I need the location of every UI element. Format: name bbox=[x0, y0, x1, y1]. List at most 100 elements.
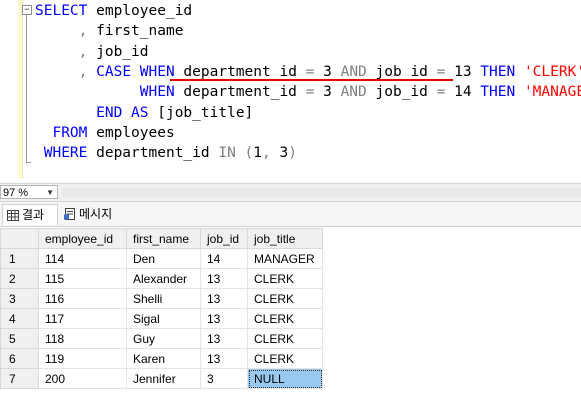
code-token: AND bbox=[340, 84, 367, 101]
grid-cell[interactable]: Alexander bbox=[126, 268, 201, 289]
chevron-down-icon[interactable]: ▼ bbox=[46, 186, 54, 200]
code-token: department_id bbox=[174, 84, 306, 101]
column-header[interactable]: first_name bbox=[126, 228, 201, 249]
grid-cell[interactable]: Guy bbox=[126, 328, 201, 349]
outline-line bbox=[26, 15, 27, 162]
row-number[interactable]: 2 bbox=[0, 268, 39, 289]
code-token: [job_title] bbox=[148, 104, 254, 121]
code-line[interactable]: SELECT employee_id bbox=[35, 1, 192, 21]
code-token: job_id bbox=[87, 43, 149, 60]
code-token: employees bbox=[87, 124, 175, 141]
row-number[interactable]: 1 bbox=[0, 248, 39, 269]
table-row[interactable]: 1 114 Den 14 MANAGER bbox=[0, 248, 323, 269]
row-number[interactable]: 5 bbox=[0, 328, 39, 349]
results-table: employee_id first_name job_id job_title … bbox=[0, 228, 323, 389]
code-token: 13 bbox=[445, 63, 481, 80]
grid-cell[interactable]: Shelli bbox=[126, 288, 201, 309]
header-row: employee_id first_name job_id job_title bbox=[0, 228, 323, 249]
column-header[interactable]: employee_id bbox=[38, 228, 127, 249]
code-token: 3 bbox=[314, 63, 341, 80]
table-row[interactable]: 4 117 Sigal 13 CLERK bbox=[0, 308, 323, 329]
code-line[interactable]: WHERE department_id IN (1, 3) bbox=[35, 143, 297, 163]
grid-cell[interactable]: 13 bbox=[200, 288, 248, 309]
column-header[interactable]: job_id bbox=[200, 228, 248, 249]
grid-cell[interactable]: 13 bbox=[200, 268, 248, 289]
zoom-value: 97 % bbox=[3, 187, 29, 199]
code-token: 3 bbox=[314, 84, 341, 101]
corner-cell[interactable] bbox=[0, 228, 39, 249]
code-token: THEN bbox=[480, 63, 516, 80]
grid-cell[interactable]: CLERK bbox=[247, 308, 323, 329]
horizontal-scrollbar[interactable] bbox=[62, 188, 581, 197]
grid-cell[interactable]: CLERK bbox=[247, 288, 323, 309]
row-number[interactable]: 7 bbox=[0, 368, 39, 389]
grid-cell[interactable]: CLERK bbox=[247, 328, 323, 349]
grid-cell[interactable]: Den bbox=[126, 248, 201, 269]
code-token: ( bbox=[244, 145, 254, 162]
code-line[interactable]: END AS [job_title] bbox=[35, 103, 253, 123]
code-token: 1 bbox=[253, 145, 263, 162]
grid-cell[interactable]: NULL bbox=[247, 368, 323, 389]
grid-cell[interactable]: Jennifer bbox=[126, 368, 201, 389]
zoom-select[interactable]: 97 % ▼ bbox=[0, 185, 58, 199]
grid-cell[interactable]: 117 bbox=[38, 308, 127, 329]
sql-editor[interactable]: − SELECT employee_id , first_name , job_… bbox=[0, 0, 581, 183]
row-number[interactable]: 6 bbox=[0, 348, 39, 369]
editor-status-strip: 97 % ▼ bbox=[0, 183, 581, 202]
table-row[interactable]: 5 118 Guy 13 CLERK bbox=[0, 328, 323, 349]
table-row[interactable]: 3 116 Shelli 13 CLERK bbox=[0, 288, 323, 309]
row-number[interactable]: 4 bbox=[0, 308, 39, 329]
red-underline-annotation bbox=[170, 79, 453, 81]
grid-cell[interactable]: MANAGER bbox=[247, 248, 323, 269]
grid-icon bbox=[7, 210, 19, 221]
results-tabbar: 결과 메시지 bbox=[0, 202, 581, 227]
tab-messages-label: 메시지 bbox=[79, 207, 113, 221]
code-token: first_name bbox=[87, 23, 184, 40]
code-token: 'MANAGER' bbox=[523, 84, 581, 101]
code-line[interactable]: , job_id bbox=[35, 42, 149, 62]
tab-results[interactable]: 결과 bbox=[2, 204, 58, 225]
grid-cell[interactable]: 115 bbox=[38, 268, 127, 289]
grid-cell[interactable]: CLERK bbox=[247, 268, 323, 289]
grid-cell[interactable]: CLERK bbox=[247, 348, 323, 369]
table-row[interactable]: 6 119 Karen 13 CLERK bbox=[0, 348, 323, 369]
code-token: END bbox=[96, 104, 123, 121]
code-token: 'CLERK' bbox=[523, 63, 581, 80]
code-token: FROM bbox=[52, 124, 88, 141]
code-token: IN bbox=[218, 145, 236, 162]
code-line[interactable]: WHEN department_id = 3 AND job_id = 14 T… bbox=[35, 82, 581, 102]
grid-cell[interactable]: 13 bbox=[200, 308, 248, 329]
row-number[interactable]: 3 bbox=[0, 288, 39, 309]
code-token: AND bbox=[340, 63, 367, 80]
grid-cell[interactable]: 114 bbox=[38, 248, 127, 269]
code-token: department_id bbox=[174, 63, 306, 80]
tab-messages[interactable]: 메시지 bbox=[60, 204, 128, 225]
grid-cell[interactable]: 3 bbox=[200, 368, 248, 389]
collapse-icon[interactable]: − bbox=[22, 5, 32, 15]
code-token: job_id bbox=[366, 63, 437, 80]
code-line[interactable]: , first_name bbox=[35, 21, 184, 41]
column-header[interactable]: job_title bbox=[247, 228, 323, 249]
table-row[interactable]: 2 115 Alexander 13 CLERK bbox=[0, 268, 323, 289]
grid-cell[interactable]: 118 bbox=[38, 328, 127, 349]
grid-cell[interactable]: 13 bbox=[200, 328, 248, 349]
grid-cell[interactable]: 200 bbox=[38, 368, 127, 389]
grid-cell[interactable]: 14 bbox=[200, 248, 248, 269]
grid-cell[interactable]: Karen bbox=[126, 348, 201, 369]
code-token: job_id bbox=[366, 84, 437, 101]
outline-line-end bbox=[26, 162, 31, 163]
table-row[interactable]: 7 200 Jennifer 3 NULL bbox=[0, 368, 323, 389]
grid-cell[interactable]: 116 bbox=[38, 288, 127, 309]
grid-cell[interactable]: Sigal bbox=[126, 308, 201, 329]
results-grid[interactable]: employee_id first_name job_id job_title … bbox=[0, 228, 581, 401]
grid-cell[interactable]: 13 bbox=[200, 348, 248, 369]
code-line[interactable]: FROM employees bbox=[35, 123, 175, 143]
grid-cell[interactable]: 119 bbox=[38, 348, 127, 369]
code-token: WHEN bbox=[139, 84, 175, 101]
code-token: CASE bbox=[96, 63, 132, 80]
